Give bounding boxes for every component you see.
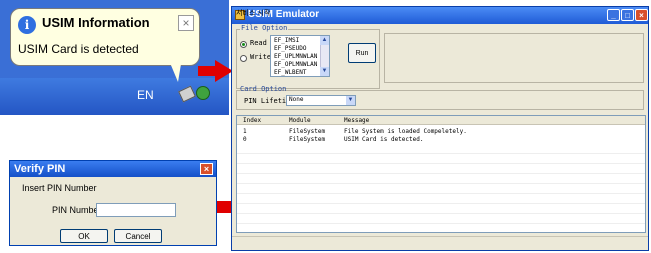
- pin-instruction: Insert PIN Number: [22, 183, 97, 193]
- output-panel: [384, 33, 644, 83]
- balloon-title: USIM Information: [42, 15, 150, 30]
- status-bar: [232, 236, 648, 250]
- info-icon: i: [18, 16, 36, 34]
- read-radio-label[interactable]: Read: [250, 39, 267, 47]
- pin-number-input[interactable]: [96, 203, 176, 217]
- table-cell: USIM Card is detected.: [344, 136, 424, 143]
- list-item[interactable]: EF_IMSI: [274, 37, 299, 44]
- table-row-divider: [237, 193, 645, 194]
- pin-lifetime-value: None: [289, 96, 304, 103]
- table-cell: 0: [243, 136, 247, 143]
- maximize-icon[interactable]: □: [621, 9, 634, 21]
- list-item[interactable]: EF_UPLMNWLAN: [274, 53, 317, 60]
- list-item[interactable]: EF_OPLMNWLAN: [274, 61, 317, 68]
- table-row-divider: [237, 223, 645, 224]
- arrow-to-emulator-body: [198, 66, 216, 76]
- column-header-index[interactable]: Index: [243, 117, 261, 124]
- list-item[interactable]: EF_PSEUDO: [274, 45, 307, 52]
- write-radio[interactable]: [240, 55, 247, 62]
- table-cell: File System is loaded Compeletely.: [344, 128, 467, 135]
- table-row-divider: [237, 183, 645, 184]
- close-icon[interactable]: ×: [635, 9, 648, 21]
- card-option-label: Card Option: [240, 85, 287, 93]
- scroll-up-icon[interactable]: ▲: [320, 36, 329, 45]
- language-indicator[interactable]: EN: [137, 88, 154, 102]
- cancel-button[interactable]: Cancel: [114, 229, 162, 243]
- ok-button[interactable]: OK: [60, 229, 108, 243]
- network-icon[interactable]: [196, 86, 210, 100]
- column-header-message[interactable]: Message: [344, 117, 369, 124]
- status-text: 서비스 시작: [236, 9, 271, 17]
- balloon-message: USIM Card is detected: [18, 42, 139, 56]
- column-header-module[interactable]: Module: [289, 117, 311, 124]
- close-icon[interactable]: ×: [178, 15, 194, 31]
- table-cell: FileSystem: [289, 136, 326, 143]
- verify-pin-dialog: Verify PIN × Insert PIN Number PIN Numbe…: [9, 160, 217, 246]
- close-icon[interactable]: ×: [200, 163, 213, 175]
- run-button[interactable]: Run: [348, 43, 376, 63]
- table-cell: FileSystem: [289, 128, 326, 135]
- table-row-divider: [237, 213, 645, 214]
- table-cell: 1: [243, 128, 247, 135]
- chevron-down-icon[interactable]: ▼: [346, 96, 355, 105]
- usim-emulator-window: USIM Emulator _ □ × File Option Read Wri…: [231, 6, 649, 251]
- scroll-down-icon[interactable]: ▼: [320, 67, 329, 76]
- write-radio-label[interactable]: Write: [250, 53, 271, 61]
- table-row-divider: [237, 203, 645, 204]
- file-option-label: File Option: [240, 24, 289, 32]
- pin-dialog-title: Verify PIN: [14, 163, 66, 175]
- table-row-divider: [237, 153, 645, 154]
- table-row-divider: [237, 173, 645, 174]
- list-item[interactable]: EF_WLBENT: [274, 69, 307, 76]
- table-row-divider: [237, 163, 645, 164]
- log-table: Index Module Message 1 FileSystem File S…: [236, 115, 646, 233]
- minimize-icon[interactable]: _: [607, 9, 620, 21]
- read-radio-selected-dot: [242, 43, 245, 46]
- balloon-tail: [168, 58, 182, 82]
